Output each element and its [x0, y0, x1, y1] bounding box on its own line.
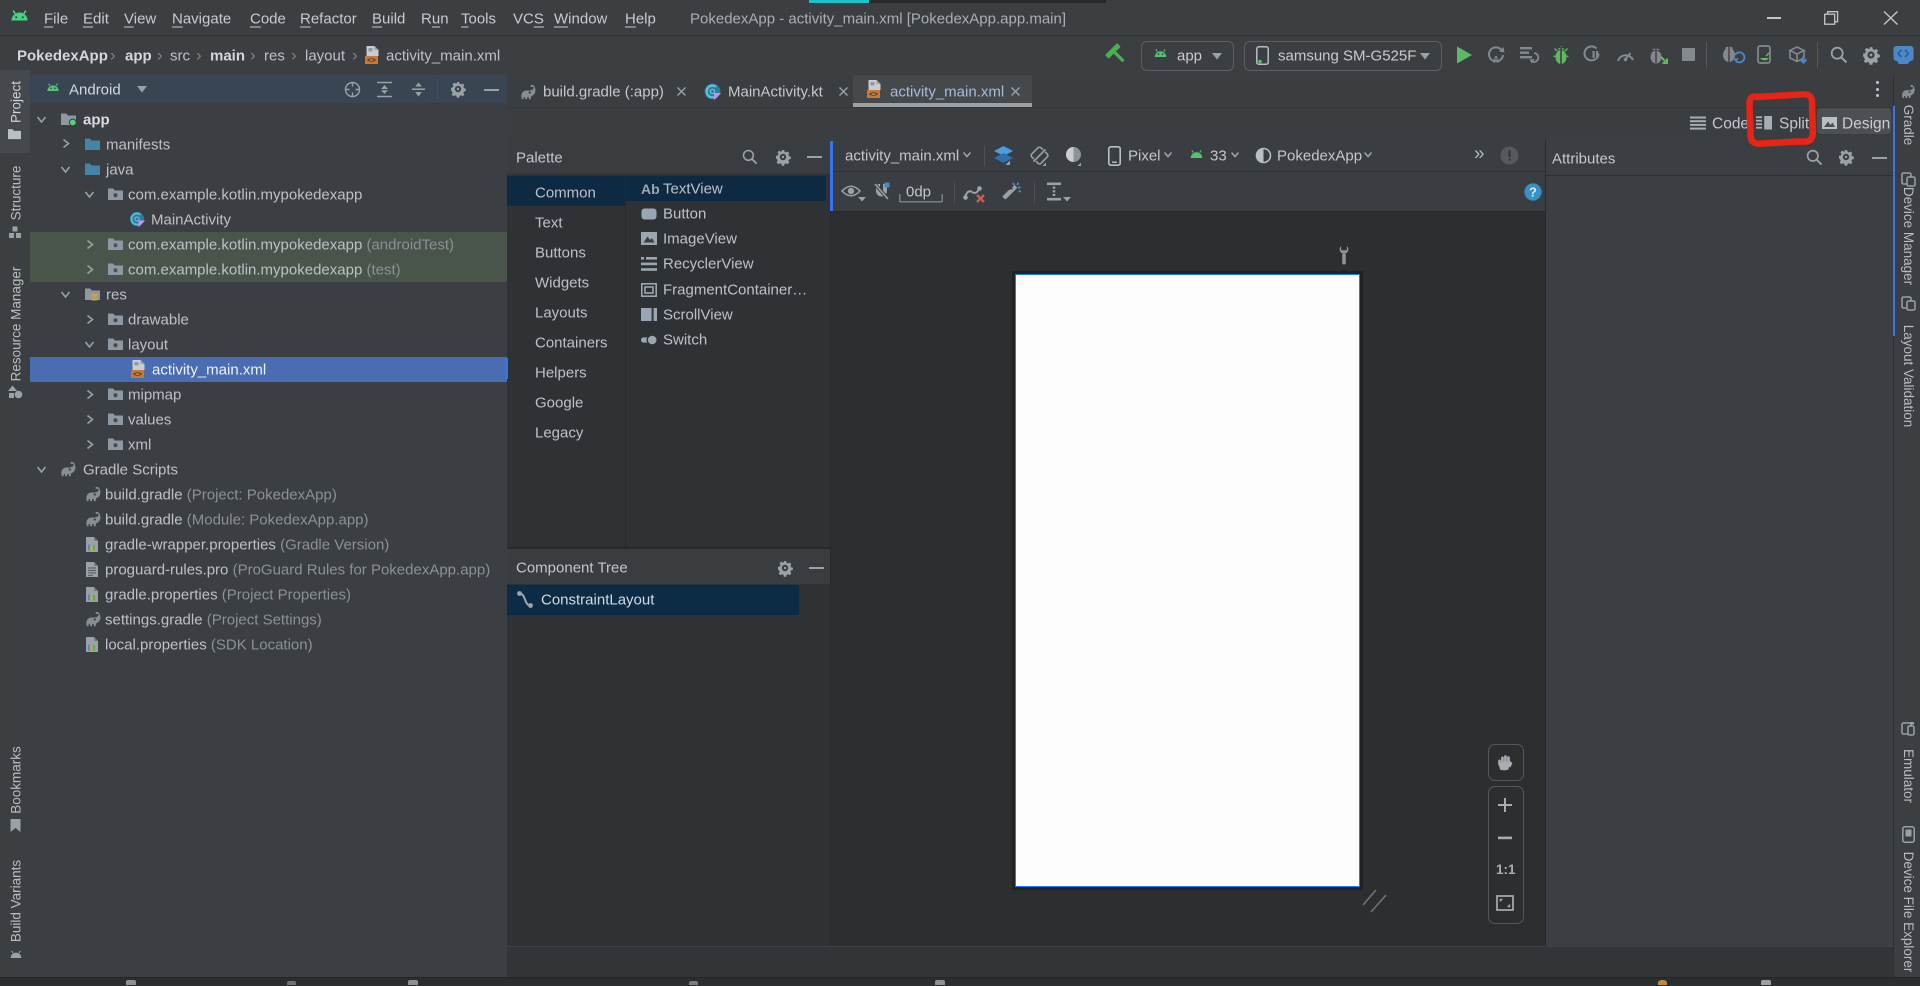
svg-text:<>: <> — [367, 55, 376, 64]
svg-text:A: A — [1493, 55, 1500, 65]
svg-text:?: ? — [1529, 185, 1537, 199]
svg-text:<>: <> — [869, 89, 878, 98]
svg-text:<>: <> — [133, 369, 142, 378]
